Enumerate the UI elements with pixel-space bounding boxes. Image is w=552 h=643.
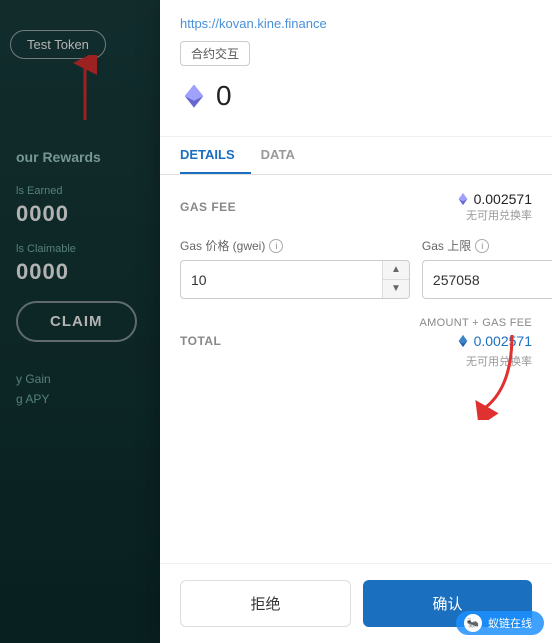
gas-limit-input[interactable] (423, 264, 552, 296)
gas-limit-group: Gas 上限 i ▲ ▼ (422, 237, 552, 299)
gas-fee-amount: 0.002571 (474, 191, 532, 207)
total-row: AMOUNT + GAS FEE TOTAL 0.002571 无可用兑换率 (180, 317, 532, 369)
watermark-text: 蚁链在线 (488, 615, 532, 631)
gas-price-up-button[interactable]: ▲ (383, 261, 409, 280)
total-eth-icon (456, 334, 470, 348)
watermark: 🐜 蚁链在线 (456, 611, 544, 635)
eth-diamond-large-icon (180, 82, 208, 110)
gas-price-input[interactable] (181, 264, 382, 296)
total-value: 0.002571 (456, 333, 532, 349)
gas-limit-label: Gas 上限 i (422, 237, 552, 254)
gas-price-label: Gas 价格 (gwei) i (180, 237, 410, 254)
tabs-row: DETAILS DATA (160, 137, 552, 175)
modal-url: https://kovan.kine.finance (180, 16, 532, 31)
modal-panel: https://kovan.kine.finance 合约交互 0 DETAIL… (160, 0, 552, 643)
modal-header: https://kovan.kine.finance 合约交互 0 (160, 0, 552, 137)
gas-fee-eth: 0.002571 (456, 191, 532, 207)
gas-price-input-wrapper: ▲ ▼ (180, 260, 410, 299)
reject-button[interactable]: 拒绝 (180, 580, 351, 627)
gas-inputs-row: Gas 价格 (gwei) i ▲ ▼ Gas 上限 i (180, 237, 532, 299)
total-eth-amount: 0.002571 (474, 333, 532, 349)
gas-fee-note: 无可用兑换率 (456, 207, 532, 223)
total-header: AMOUNT + GAS FEE (180, 317, 532, 329)
gas-price-down-button[interactable]: ▼ (383, 280, 409, 298)
watermark-icon: 🐜 (464, 614, 482, 632)
amount-gas-label: AMOUNT + GAS FEE (420, 317, 532, 329)
gas-fee-row: GAS FEE 0.002571 无可用兑换率 (180, 191, 532, 223)
total-main-row: TOTAL 0.002571 (180, 333, 532, 349)
gas-price-info-icon[interactable]: i (269, 239, 283, 253)
eth-amount-row: 0 (180, 80, 532, 112)
contract-tag: 合约交互 (180, 41, 250, 66)
eth-icon-small (456, 192, 470, 206)
gas-limit-input-wrapper: ▲ ▼ (422, 260, 552, 299)
eth-amount: 0 (216, 80, 232, 112)
tab-details[interactable]: DETAILS (180, 137, 251, 174)
total-note: 无可用兑换率 (180, 353, 532, 369)
gas-price-group: Gas 价格 (gwei) i ▲ ▼ (180, 237, 410, 299)
total-label: TOTAL (180, 334, 221, 348)
gas-price-stepper: ▲ ▼ (382, 261, 409, 298)
gas-fee-value: 0.002571 无可用兑换率 (456, 191, 532, 223)
details-section: GAS FEE 0.002571 无可用兑换率 Gas 价格 (gwei) i (160, 175, 552, 563)
tab-data[interactable]: DATA (261, 137, 311, 174)
gas-limit-info-icon[interactable]: i (475, 239, 489, 253)
gas-fee-label: GAS FEE (180, 200, 236, 214)
